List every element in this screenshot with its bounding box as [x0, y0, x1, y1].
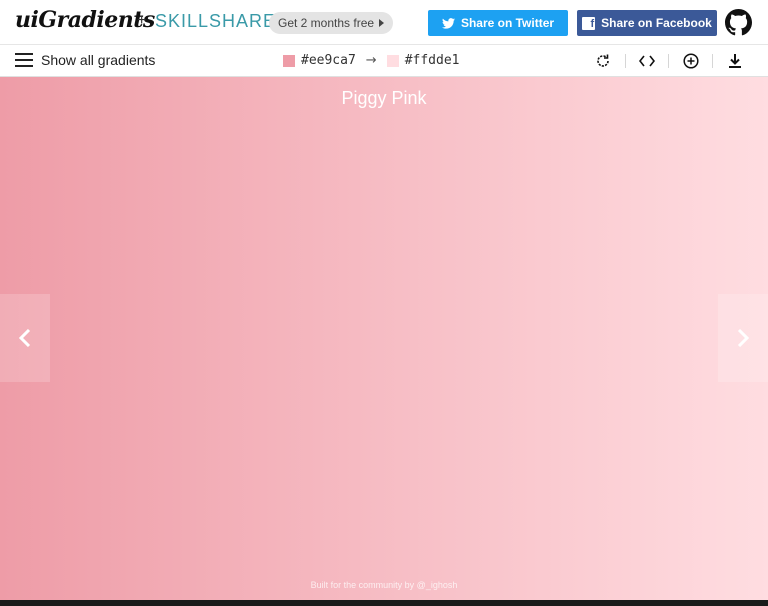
toolbar: Show all gradients #ee9ca7 → #ffdde1	[0, 44, 768, 77]
chevron-left-icon	[19, 329, 31, 347]
get-css-button[interactable]	[638, 52, 656, 70]
gradient-colors: #ee9ca7 → #ffdde1	[283, 53, 460, 68]
footer-credit[interactable]: Built for the community by @_ighosh	[0, 580, 768, 590]
top-header: uiGradients + SKILLSHARE Get 2 months fr…	[0, 0, 768, 44]
bottom-edge	[0, 600, 768, 606]
gradient-preview: Piggy Pink Built for the community by @_…	[0, 77, 768, 600]
promo-button[interactable]: Get 2 months free	[269, 12, 394, 34]
github-icon[interactable]	[725, 9, 752, 36]
color-from-swatch[interactable]	[283, 54, 295, 67]
facebook-label: Share on Facebook	[601, 16, 712, 30]
previous-gradient-button[interactable]	[0, 294, 50, 382]
download-button[interactable]	[726, 52, 744, 70]
arrow-right-icon: →	[365, 53, 377, 68]
next-gradient-button[interactable]	[718, 294, 768, 382]
site-logo[interactable]: uiGradients	[15, 7, 155, 33]
toolbar-divider	[625, 54, 626, 68]
caret-right-icon	[379, 19, 385, 27]
color-to-code[interactable]: #ffdde1	[405, 53, 460, 68]
skillshare-logo[interactable]: SKILLSHARE	[155, 11, 276, 32]
twitter-icon	[441, 17, 455, 29]
plus-sign: +	[137, 12, 147, 29]
hamburger-icon	[15, 53, 33, 67]
rotate-gradient-button[interactable]	[594, 52, 612, 70]
download-icon	[729, 54, 741, 68]
color-to-swatch[interactable]	[386, 54, 399, 67]
toolbar-divider	[712, 54, 713, 68]
show-all-gradients-button[interactable]: Show all gradients	[15, 52, 155, 68]
promo-label: Get 2 months free	[278, 16, 375, 30]
code-icon	[639, 55, 655, 67]
toolbar-divider	[668, 54, 669, 68]
show-all-label: Show all gradients	[41, 52, 156, 68]
share-twitter-button[interactable]: Share on Twitter	[428, 10, 568, 36]
gradient-name: Piggy Pink	[341, 88, 427, 108]
facebook-icon: f	[582, 16, 596, 30]
add-gradient-button[interactable]	[682, 52, 700, 70]
share-facebook-button[interactable]: f Share on Facebook	[577, 10, 717, 36]
rotate-icon	[597, 54, 609, 67]
twitter-label: Share on Twitter	[460, 16, 555, 30]
add-circle-icon	[683, 53, 699, 69]
color-from-code[interactable]: #ee9ca7	[301, 53, 356, 68]
chevron-right-icon	[737, 329, 749, 347]
